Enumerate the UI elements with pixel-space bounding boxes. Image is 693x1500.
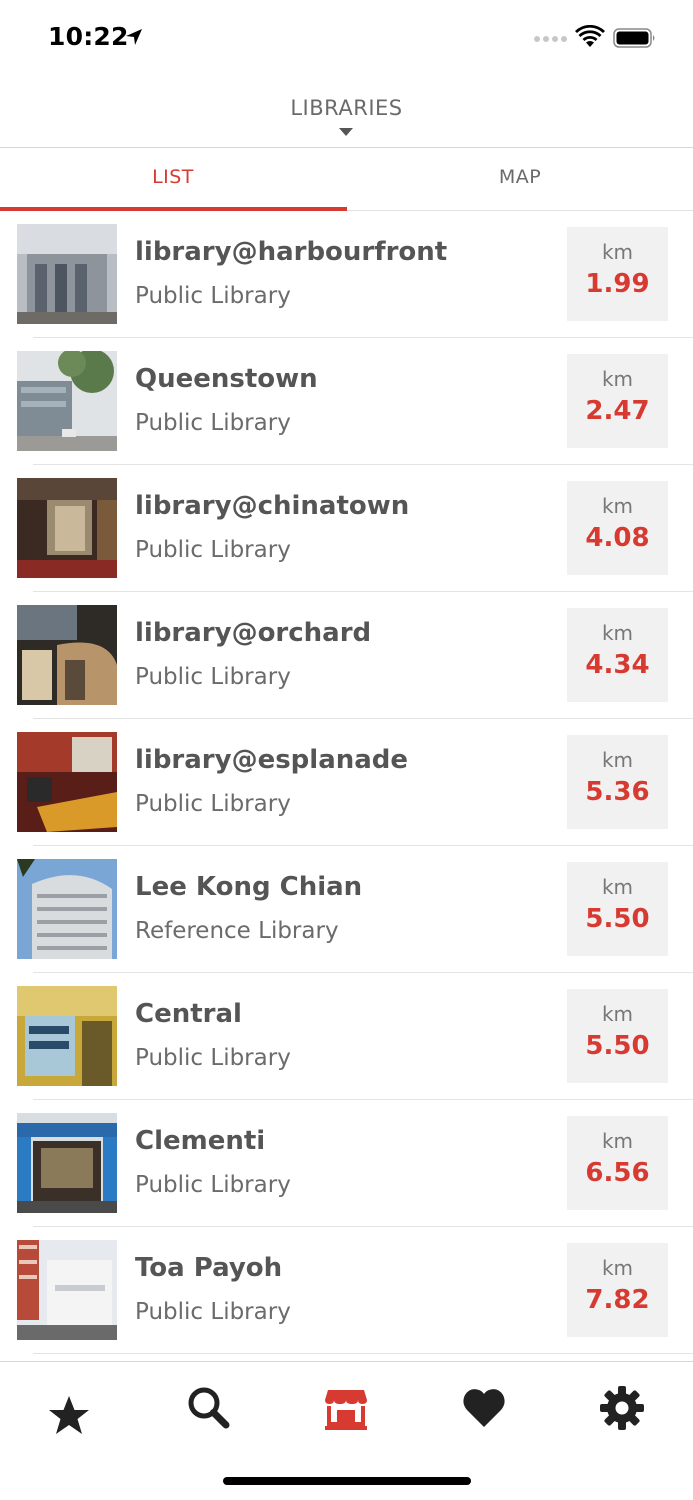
wifi-icon: [575, 25, 605, 47]
distance-badge: km 4.34: [567, 608, 668, 702]
library-photo: [17, 1113, 117, 1213]
distance-value: 6.56: [585, 1158, 650, 1188]
search-icon[interactable]: [185, 1384, 233, 1432]
distance-badge: km 5.36: [567, 735, 668, 829]
library-photo: [17, 605, 117, 705]
library-type: Public Library: [135, 791, 291, 817]
distance-unit: km: [601, 367, 634, 391]
caret-down-icon[interactable]: [339, 128, 353, 136]
library-name: Lee Kong Chian: [135, 872, 363, 902]
list-item[interactable]: Toa Payoh Public Library km 7.82: [0, 1227, 693, 1354]
store-icon[interactable]: [322, 1384, 370, 1432]
list-item[interactable]: Queenstown Public Library km 2.47: [0, 338, 693, 465]
distance-value: 1.99: [585, 269, 650, 299]
distance-value: 5.50: [585, 904, 650, 934]
library-type: Public Library: [135, 664, 291, 690]
distance-badge: km 5.50: [567, 989, 668, 1083]
tab-list[interactable]: LIST: [0, 148, 346, 211]
distance-value: 4.08: [585, 523, 650, 553]
distance-unit: km: [601, 748, 634, 772]
library-photo: [17, 478, 117, 578]
battery-icon: [613, 28, 655, 48]
library-type: Public Library: [135, 283, 291, 309]
distance-value: 5.36: [585, 777, 650, 807]
distance-unit: km: [601, 1256, 634, 1280]
distance-badge: km 2.47: [567, 354, 668, 448]
library-name: Toa Payoh: [135, 1253, 283, 1283]
library-type: Public Library: [135, 410, 291, 436]
library-name: Clementi: [135, 1126, 266, 1156]
library-photo: [17, 986, 117, 1086]
library-name: library@chinatown: [135, 491, 410, 521]
row-divider: [33, 1353, 693, 1354]
home-indicator: [223, 1477, 471, 1485]
nav-header[interactable]: LIBRARIES: [0, 78, 693, 148]
distance-unit: km: [601, 875, 634, 899]
distance-unit: km: [601, 1002, 634, 1026]
list-item[interactable]: library@esplanade Public Library km 5.36: [0, 719, 693, 846]
distance-badge: km 1.99: [567, 227, 668, 321]
location-arrow-icon: [126, 29, 142, 45]
library-type: Reference Library: [135, 918, 339, 944]
distance-unit: km: [601, 621, 634, 645]
heart-icon[interactable]: [460, 1384, 508, 1432]
star-icon[interactable]: [45, 1392, 93, 1440]
distance-badge: km 4.08: [567, 481, 668, 575]
library-type: Public Library: [135, 537, 291, 563]
distance-value: 2.47: [585, 396, 650, 426]
library-type: Public Library: [135, 1045, 291, 1071]
list-item[interactable]: library@chinatown Public Library km 4.08: [0, 465, 693, 592]
list-item[interactable]: library@harbourfront Public Library km 1…: [0, 211, 693, 338]
segment-tabs: LIST MAP: [0, 148, 693, 211]
distance-value: 4.34: [585, 650, 650, 680]
library-photo: [17, 859, 117, 959]
library-type: Public Library: [135, 1299, 291, 1325]
page-title[interactable]: LIBRARIES: [0, 96, 693, 120]
library-name: library@harbourfront: [135, 237, 448, 267]
library-photo: [17, 732, 117, 832]
list-item[interactable]: library@orchard Public Library km 4.34: [0, 592, 693, 719]
distance-unit: km: [601, 240, 634, 264]
library-photo: [17, 351, 117, 451]
library-list[interactable]: library@harbourfront Public Library km 1…: [0, 211, 693, 1361]
gear-icon[interactable]: [598, 1384, 646, 1432]
status-bar: 10:22: [0, 0, 693, 78]
list-item[interactable]: Clementi Public Library km 6.56: [0, 1100, 693, 1227]
library-name: library@orchard: [135, 618, 372, 648]
library-photo: [17, 1240, 117, 1340]
distance-unit: km: [601, 1129, 634, 1153]
distance-badge: km 5.50: [567, 862, 668, 956]
distance-badge: km 7.82: [567, 1243, 668, 1337]
tab-map[interactable]: MAP: [347, 148, 693, 211]
library-name: library@esplanade: [135, 745, 409, 775]
library-name: Queenstown: [135, 364, 318, 394]
library-name: Central: [135, 999, 242, 1029]
distance-value: 5.50: [585, 1031, 650, 1061]
library-type: Public Library: [135, 1172, 291, 1198]
distance-badge: km 6.56: [567, 1116, 668, 1210]
signal-dots-icon: [534, 36, 567, 42]
status-time: 10:22: [48, 22, 129, 51]
list-item[interactable]: Central Public Library km 5.50: [0, 973, 693, 1100]
list-item[interactable]: Lee Kong Chian Reference Library km 5.50: [0, 846, 693, 973]
library-photo: [17, 224, 117, 324]
distance-value: 7.82: [585, 1285, 650, 1315]
distance-unit: km: [601, 494, 634, 518]
